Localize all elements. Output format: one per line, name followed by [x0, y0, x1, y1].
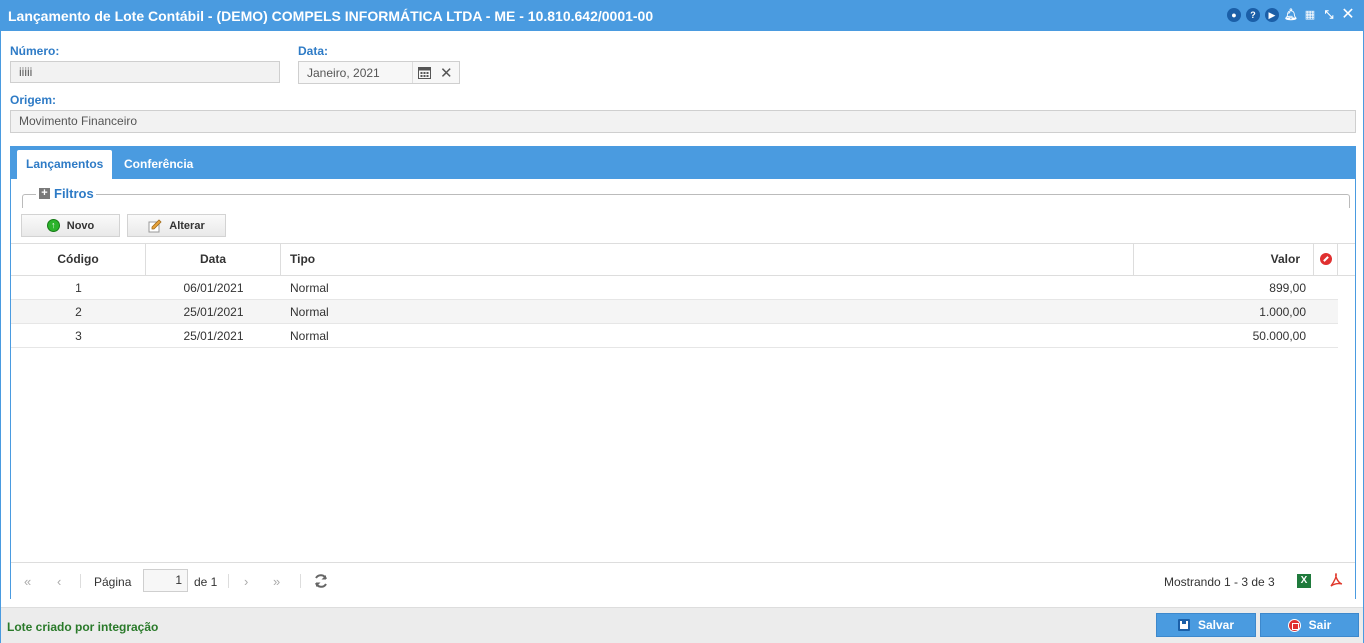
numero-field[interactable]: iiiii: [10, 61, 280, 83]
column-codigo[interactable]: Código: [11, 244, 146, 275]
record-icon[interactable]: ●: [1227, 8, 1241, 22]
lote-contabil-window: Lançamento de Lote Contábil - (DEMO) COM…: [0, 0, 1364, 643]
cell-valor: 1.000,00: [1259, 305, 1306, 319]
table-row[interactable]: 2 25/01/2021 Normal 1.000,00: [11, 300, 1338, 324]
page-count-label: de 1: [194, 575, 218, 589]
reset-columns-cell: [1314, 244, 1338, 275]
export-excel-icon[interactable]: X: [1297, 574, 1311, 588]
sair-button[interactable]: Sair: [1260, 613, 1359, 637]
cell-data: 06/01/2021: [183, 281, 244, 295]
window-title: Lançamento de Lote Contábil - (DEMO) COM…: [8, 8, 654, 24]
footer-bar: Lote criado por integração Salvar Sair: [1, 607, 1363, 643]
data-field[interactable]: Janeiro, 2021 ✕: [298, 61, 460, 84]
alterar-button-label: Alterar: [169, 219, 205, 232]
salvar-button[interactable]: Salvar: [1156, 613, 1256, 637]
calendar-icon[interactable]: ▦: [1303, 8, 1317, 22]
previous-page-icon[interactable]: ‹: [57, 574, 61, 589]
reset-columns-icon[interactable]: [1320, 253, 1332, 265]
edit-pencil-icon: [148, 218, 162, 232]
notification-bell-icon[interactable]: 🔔︎: [1284, 8, 1298, 22]
novo-button[interactable]: ↑ Novo: [21, 214, 120, 237]
expand-plus-icon: +: [39, 188, 50, 199]
sair-button-label: Sair: [1308, 618, 1332, 632]
table-row[interactable]: 3 25/01/2021 Normal 50.000,00: [11, 324, 1338, 348]
grid-header: Código Data Tipo Valor: [11, 243, 1355, 276]
novo-button-label: Novo: [66, 219, 95, 232]
alterar-button[interactable]: Alterar: [127, 214, 226, 237]
page-number-input[interactable]: 1: [143, 569, 188, 592]
filters-label: Filtros: [54, 186, 94, 201]
origem-label: Origem:: [10, 93, 57, 107]
last-page-icon[interactable]: »: [273, 574, 280, 589]
save-floppy-icon: [1177, 619, 1190, 631]
tab-conferencia[interactable]: Conferência: [115, 150, 202, 179]
cell-codigo: 3: [75, 329, 82, 343]
close-icon[interactable]: ✕: [1341, 7, 1355, 23]
column-tipo[interactable]: Tipo: [281, 244, 1134, 275]
pager-separator: [80, 574, 81, 588]
salvar-button-label: Salvar: [1197, 618, 1235, 632]
cell-valor: 899,00: [1269, 281, 1306, 295]
pagina-label: Página: [94, 575, 132, 589]
lancamentos-panel: Lançamentos Conferência + Filtros ↑ Novo…: [10, 146, 1356, 599]
play-icon[interactable]: ▶: [1265, 8, 1279, 22]
calendar-picker-icon[interactable]: [418, 66, 431, 79]
pager-summary: Mostrando 1 - 3 de 3: [1164, 575, 1275, 589]
title-bar: Lançamento de Lote Contábil - (DEMO) COM…: [1, 1, 1363, 31]
cell-data: 25/01/2021: [183, 305, 244, 319]
pager-separator: [228, 574, 229, 588]
pager-separator: [300, 574, 301, 588]
cell-valor: 50.000,00: [1252, 329, 1306, 343]
cell-codigo: 1: [75, 281, 82, 295]
status-message: Lote criado por integração: [7, 620, 159, 634]
title-tools: ● ? ▶ 🔔︎ ▦ ⤡ ✕: [1227, 7, 1355, 23]
filters-fieldset: [22, 194, 1350, 208]
table-row[interactable]: 1 06/01/2021 Normal 899,00: [11, 276, 1338, 300]
cell-tipo: Normal: [290, 305, 329, 319]
export-pdf-icon[interactable]: [1329, 573, 1343, 588]
pagination-bar: « ‹ Página 1 de 1 › » Mostrando 1 - 3 de…: [11, 562, 1355, 599]
next-page-icon[interactable]: ›: [244, 574, 248, 589]
column-data[interactable]: Data: [146, 244, 281, 275]
origem-field[interactable]: Movimento Financeiro: [10, 110, 1356, 133]
clear-date-icon[interactable]: ✕: [440, 64, 453, 82]
first-page-icon[interactable]: «: [24, 574, 31, 589]
tab-lancamentos[interactable]: Lançamentos: [17, 150, 113, 179]
column-valor[interactable]: Valor: [1134, 244, 1314, 275]
filters-toggle[interactable]: + Filtros: [36, 186, 96, 201]
cell-data: 25/01/2021: [183, 329, 244, 343]
cell-tipo: Normal: [290, 329, 329, 343]
cell-codigo: 2: [75, 305, 82, 319]
exit-icon: [1287, 618, 1301, 632]
minimize-compress-icon[interactable]: ⤡: [1322, 8, 1336, 22]
data-field-separator: [412, 62, 413, 83]
tab-bar: Lançamentos Conferência: [11, 147, 1355, 179]
numero-label: Número:: [10, 44, 60, 58]
add-circle-icon: ↑: [46, 219, 60, 232]
refresh-icon[interactable]: [313, 573, 329, 589]
data-value: Janeiro, 2021: [307, 66, 380, 80]
help-icon[interactable]: ?: [1246, 8, 1260, 22]
data-label: Data:: [298, 44, 329, 58]
cell-tipo: Normal: [290, 281, 329, 295]
